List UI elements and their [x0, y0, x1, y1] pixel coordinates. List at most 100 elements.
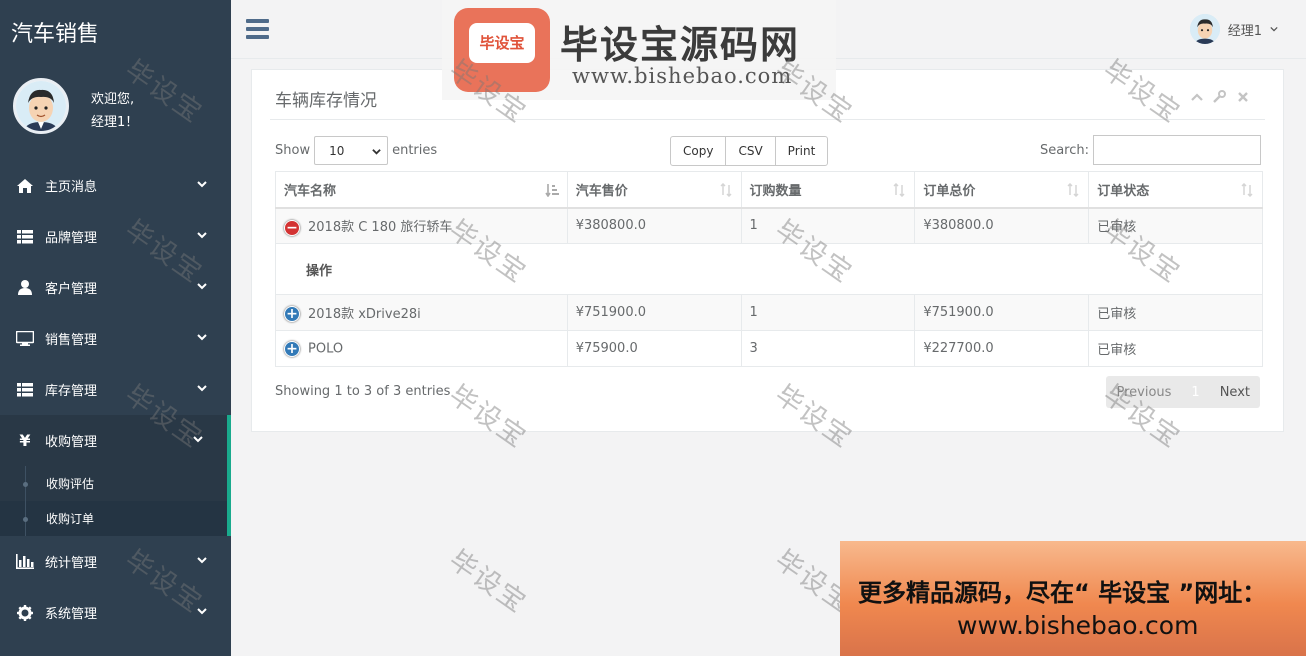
wrench-icon[interactable] — [1213, 90, 1226, 103]
sidebar-item-inventory[interactable]: 库存管理 — [0, 364, 231, 415]
sort-both-icon — [1067, 183, 1079, 197]
column-header-status[interactable]: 订单状态 — [1088, 171, 1263, 209]
sidebar: 汽车销售 欢迎您, 经理1！ 主页消息 品牌管理 客户管理 销售管理 库存管理 … — [0, 0, 231, 656]
table-child-row: 操作 — [275, 243, 1263, 295]
sidebar-item-statistics[interactable]: 统计管理 — [0, 536, 231, 587]
copy-button[interactable]: Copy — [670, 136, 727, 166]
search-label: Search: — [1039, 142, 1089, 158]
sidebar-subitem-label: 收购评估 — [46, 477, 95, 491]
car-name: 2018款 C 180 旅行轿车 — [308, 220, 453, 235]
sidebar-subitem-evaluation[interactable]: 收购评估 — [0, 466, 227, 501]
csv-button[interactable]: CSV — [725, 136, 776, 166]
sidebar-item-acquisition[interactable]: ¥ 收购管理 — [0, 415, 231, 466]
car-name: POLO — [308, 341, 344, 356]
sidebar-item-system[interactable]: 系统管理 — [0, 587, 231, 638]
search-control: Search: — [1040, 135, 1261, 165]
show-label: Show — [275, 143, 311, 158]
page-length-select[interactable]: 10 — [314, 136, 389, 165]
bullet-dot — [23, 482, 28, 487]
sidebar-item-label: 收购管理 — [45, 435, 98, 450]
expand-row-icon[interactable]: + — [284, 340, 300, 357]
sidebar-subitem-orders[interactable]: 收购订单 — [0, 501, 227, 536]
sort-asc-icon — [545, 184, 559, 197]
column-header-name[interactable]: 汽车名称 — [275, 171, 568, 209]
export-buttons: Copy CSV Print — [670, 136, 829, 166]
sidebar-item-label: 销售管理 — [45, 333, 98, 348]
promo-banner: 更多精品源码，尽在“ 毕设宝 ”网址： www.bishebao.com — [840, 541, 1306, 656]
order-status: 已审核 — [1088, 294, 1263, 331]
sidebar-nav: 主页消息 品牌管理 客户管理 销售管理 库存管理 ¥ 收购管理 收购评估 收购订… — [0, 160, 231, 638]
panel-title: 车辆库存情况 — [275, 91, 377, 111]
sort-both-icon — [1241, 183, 1253, 197]
order-total: ¥227700.0 — [914, 330, 1090, 367]
car-name: 2018款 xDrive28i — [308, 306, 421, 322]
collapse-icon[interactable] — [1190, 90, 1203, 103]
next-button[interactable]: Next — [1210, 385, 1260, 400]
sidebar-item-label: 库存管理 — [45, 384, 98, 399]
chevron-down-icon — [197, 232, 207, 239]
close-icon[interactable] — [1236, 90, 1249, 103]
order-status: 已审核 — [1088, 207, 1263, 244]
panel-tools — [1190, 90, 1249, 103]
watermark-banner: 毕设宝 毕设宝源码网 www.bishebao.com — [442, 0, 836, 100]
sidebar-subitem-label: 收购订单 — [46, 512, 95, 526]
table-header-row: 汽车名称 汽车售价 订购数量 订单总价 订单状态 — [275, 171, 1263, 209]
child-row-label: 操作 — [275, 243, 1263, 295]
table-row: + POLO ¥75900.0 3 ¥227700.0 已审核 — [275, 330, 1263, 367]
watermark-title: 毕设宝源码网 — [560, 23, 801, 67]
chevron-down-icon — [193, 436, 203, 443]
previous-button[interactable]: Previous — [1106, 385, 1181, 400]
watermark-logo-text: 毕设宝 — [469, 23, 535, 63]
user-menu[interactable]: 经理1 — [1189, 14, 1278, 44]
home-icon — [16, 177, 34, 195]
chevron-down-icon — [197, 334, 207, 341]
column-header-price[interactable]: 汽车售价 — [566, 171, 742, 209]
print-button[interactable]: Print — [774, 136, 829, 166]
welcome-text: 欢迎您, 经理1！ — [91, 88, 138, 134]
page-length-value: 10 — [329, 143, 345, 158]
user-name: 经理1 — [1227, 23, 1262, 39]
sidebar-item-sales[interactable]: 销售管理 — [0, 313, 231, 364]
car-price: ¥751900.0 — [566, 294, 742, 331]
order-quantity: 1 — [740, 207, 916, 244]
entries-label: entries — [392, 143, 438, 158]
sidebar-item-home[interactable]: 主页消息 — [0, 160, 231, 211]
welcome-user: 经理1！ — [91, 115, 139, 130]
order-status: 已审核 — [1088, 330, 1263, 367]
collapse-row-icon[interactable]: − — [284, 219, 300, 236]
table-info: Showing 1 to 3 of 3 entries — [275, 384, 451, 399]
app-title: 汽车销售 — [11, 22, 100, 47]
avatar[interactable] — [13, 78, 69, 134]
expand-row-icon[interactable]: + — [284, 306, 300, 323]
column-header-total[interactable]: 订单总价 — [914, 171, 1090, 209]
sidebar-item-label: 客户管理 — [45, 282, 98, 297]
sidebar-item-customer[interactable]: 客户管理 — [0, 262, 231, 313]
sidebar-item-label: 品牌管理 — [45, 231, 98, 246]
chevron-down-icon — [197, 608, 207, 615]
hamburger-menu-icon[interactable] — [246, 19, 269, 39]
yen-icon: ¥ — [19, 431, 31, 450]
caret-down-icon — [1270, 26, 1278, 32]
sidebar-item-label: 统计管理 — [45, 556, 98, 571]
watermark-url: www.bishebao.com — [572, 64, 793, 88]
sort-both-icon — [720, 183, 732, 197]
user-icon — [16, 279, 34, 297]
inventory-panel: 车辆库存情况 Show 10 entries Copy CSV Print Se… — [251, 69, 1284, 432]
gear-icon — [16, 604, 34, 622]
column-header-quantity[interactable]: 订购数量 — [740, 171, 916, 209]
chevron-down-icon — [197, 181, 207, 188]
list-icon — [16, 228, 34, 246]
avatar — [1189, 14, 1220, 44]
welcome-label: 欢迎您, — [91, 92, 135, 107]
order-total: ¥380800.0 — [914, 207, 1090, 244]
chevron-down-icon — [372, 149, 381, 155]
profile-block: 欢迎您, 经理1！ — [0, 60, 231, 160]
acquisition-submenu: 收购评估 收购订单 — [0, 466, 231, 536]
search-input[interactable] — [1093, 135, 1261, 165]
inventory-table: 汽车名称 汽车售价 订购数量 订单总价 订单状态 −2018款 C 180 旅行… — [275, 171, 1263, 367]
sidebar-item-brand[interactable]: 品牌管理 — [0, 211, 231, 262]
order-quantity: 1 — [740, 294, 916, 331]
divider — [270, 119, 1265, 120]
page-button-current[interactable]: 1 — [1181, 385, 1209, 400]
car-price: ¥380800.0 — [566, 207, 742, 244]
